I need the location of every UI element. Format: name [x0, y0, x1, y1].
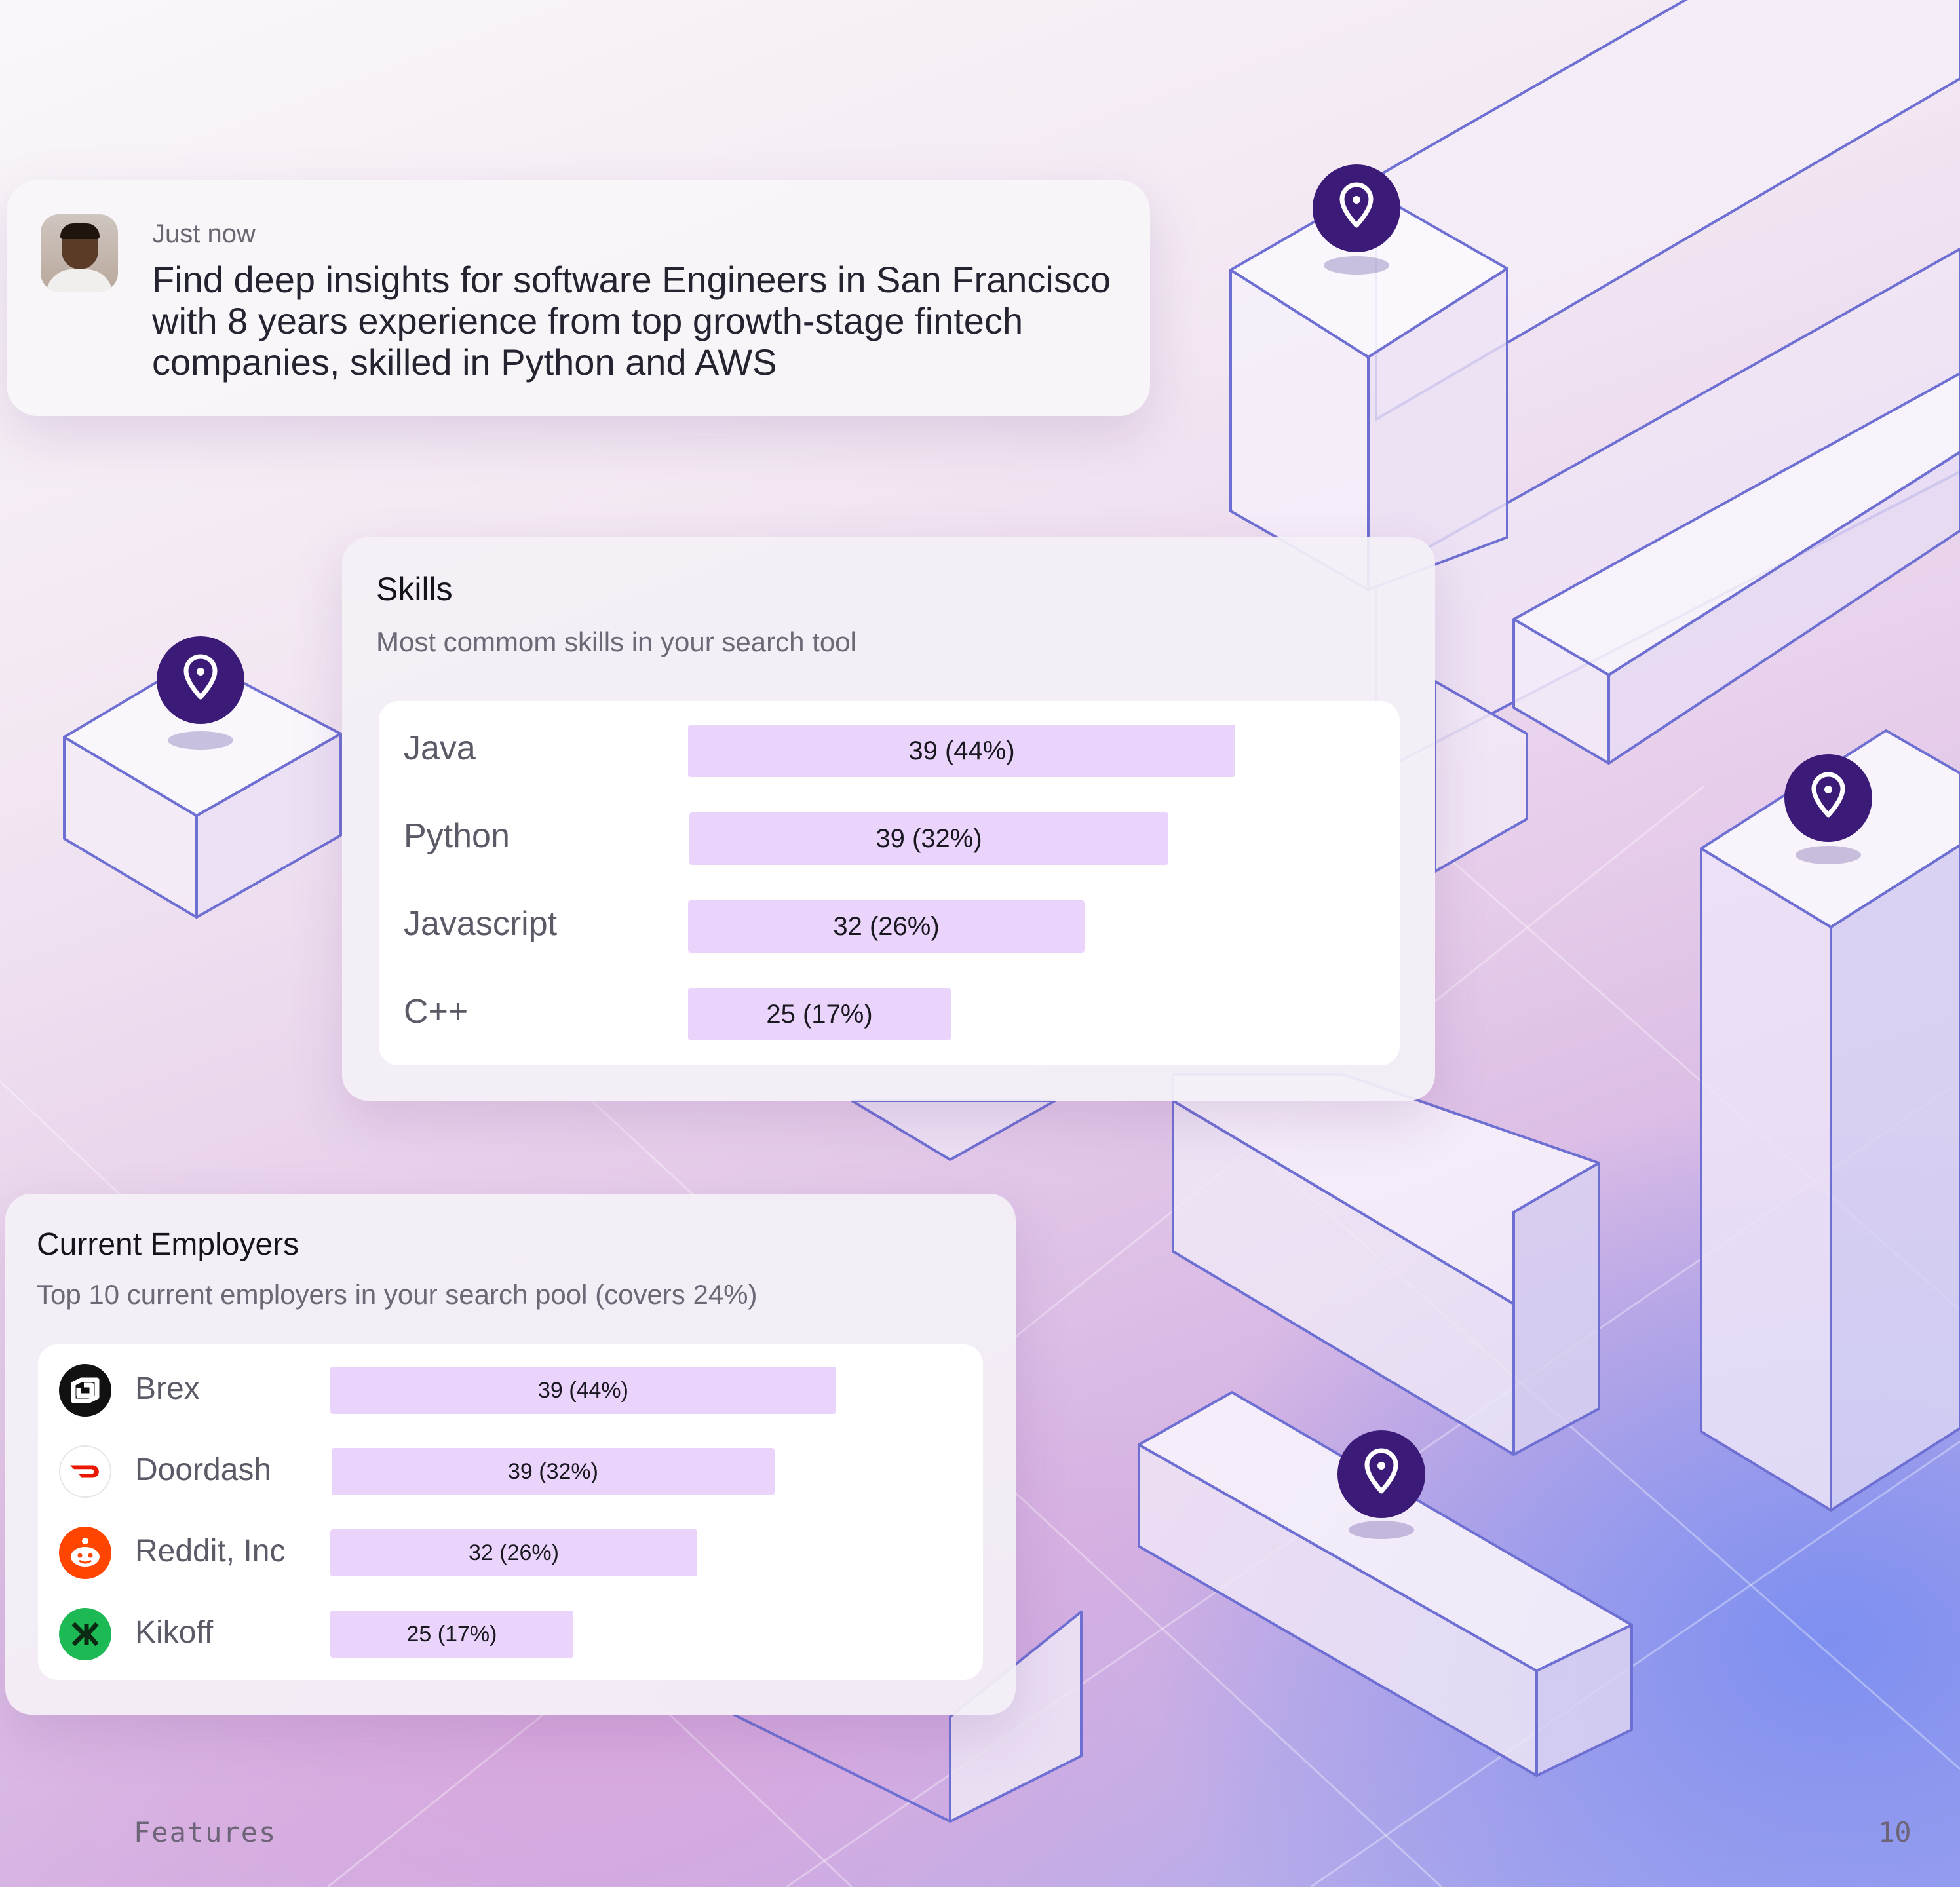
location-pin-icon	[1784, 754, 1872, 842]
employer-label: Brex	[135, 1371, 200, 1406]
skills-chart: Java 39 (44%) Python 39 (32%) Javascript…	[379, 701, 1400, 1065]
skill-label: Python	[404, 817, 510, 855]
skill-bar: 32 (26%)	[688, 900, 1085, 953]
prompt-message-card: Just now Find deep insights for software…	[7, 180, 1150, 416]
employer-bar: 32 (26%)	[330, 1529, 697, 1576]
skills-subtitle: Most commom skills in your search tool	[376, 626, 856, 657]
employer-bar: 25 (17%)	[330, 1611, 573, 1658]
employer-bar: 39 (44%)	[330, 1367, 836, 1414]
employers-chart: Brex 39 (44%) Doordash 39 (32%) Reddit, …	[38, 1344, 983, 1680]
employer-bar: 39 (32%)	[332, 1448, 775, 1495]
employer-label: Kikoff	[135, 1615, 214, 1650]
location-pin-icon	[1337, 1430, 1425, 1518]
employers-card: Current Employers Top 10 current employe…	[5, 1194, 1016, 1715]
brex-logo-icon	[59, 1364, 111, 1417]
doordash-logo-icon	[59, 1445, 111, 1498]
skill-bar: 39 (32%)	[689, 812, 1168, 865]
page-number: 10	[1878, 1816, 1912, 1848]
footer-section-label: Features	[134, 1816, 277, 1848]
employer-label: Doordash	[135, 1453, 272, 1487]
skill-bar: 39 (44%)	[688, 725, 1235, 777]
employers-subtitle: Top 10 current employers in your search …	[37, 1279, 758, 1310]
kikoff-logo-icon	[59, 1608, 111, 1660]
skill-label: Javascript	[404, 905, 558, 943]
skill-bar: 25 (17%)	[688, 988, 951, 1040]
message-timestamp: Just now	[152, 219, 256, 248]
skill-label: Java	[404, 729, 476, 767]
location-pin-icon	[157, 636, 244, 724]
message-text: Find deep insights for software Engineer…	[152, 259, 1111, 383]
skills-card: Skills Most commom skills in your search…	[342, 537, 1435, 1101]
user-avatar	[41, 214, 118, 292]
employer-label: Reddit, Inc	[135, 1534, 286, 1569]
skills-title: Skills	[376, 571, 453, 607]
reddit-logo-icon	[59, 1527, 111, 1579]
skill-label: C++	[404, 993, 469, 1031]
location-pin-icon	[1313, 164, 1400, 252]
employers-title: Current Employers	[37, 1227, 299, 1262]
